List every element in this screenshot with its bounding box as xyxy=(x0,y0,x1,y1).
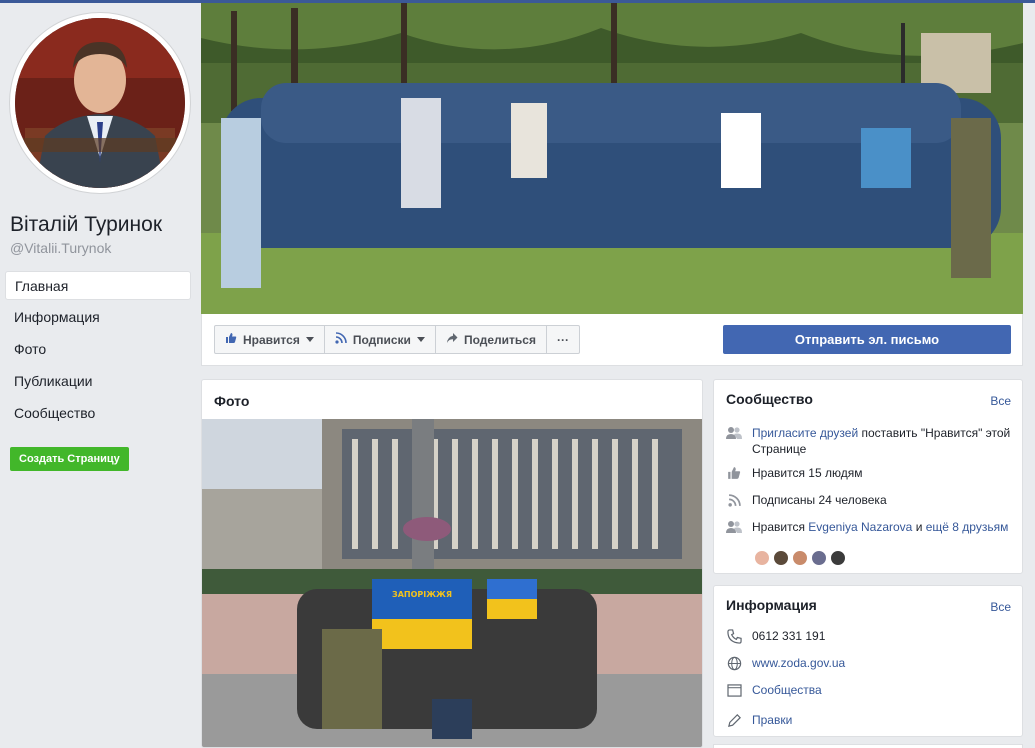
likes-count-text: Нравится 15 людям xyxy=(752,466,863,480)
info-card: Информация Все 0612 331 191 www.zoda.gov… xyxy=(713,585,1023,737)
website-link[interactable]: www.zoda.gov.ua xyxy=(752,655,845,671)
nav-item-photos[interactable]: Фото xyxy=(5,335,191,364)
friends-like-row: Нравится Evgeniya Nazarova и ещё 8 друзь… xyxy=(726,519,1012,535)
page-action-bar: Нравится Подписки Поделиться ··· Отправи… xyxy=(201,314,1023,366)
left-column: Віталій Туринок @Vitalii.Turynok Главная… xyxy=(0,3,200,748)
friend-avatars xyxy=(754,550,846,566)
website-row: www.zoda.gov.ua xyxy=(726,655,1012,671)
share-label: Поделиться xyxy=(463,332,536,347)
send-email-button[interactable]: Отправить эл. письмо xyxy=(723,325,1011,354)
pencil-icon xyxy=(726,712,742,728)
share-button[interactable]: Поделиться xyxy=(436,326,547,353)
follow-button[interactable]: Подписки xyxy=(325,326,436,353)
invite-friends-link[interactable]: Пригласите друзей xyxy=(752,426,858,440)
page-handle[interactable]: @Vitalii.Turynok xyxy=(10,240,111,256)
phone-number[interactable]: 0612 331 191 xyxy=(752,628,825,644)
action-button-group: Нравится Подписки Поделиться ··· xyxy=(214,325,580,354)
edits-row: Правки xyxy=(726,712,1012,728)
page-name[interactable]: Віталій Туринок xyxy=(10,213,162,237)
people-icon xyxy=(726,519,742,535)
like-label: Нравится xyxy=(243,332,300,347)
nav-item-home[interactable]: Главная xyxy=(5,271,191,300)
more-friends-link[interactable]: ещё 8 друзьям xyxy=(926,520,1009,534)
friend-avatar[interactable] xyxy=(754,550,770,566)
nav-item-community[interactable]: Сообщество xyxy=(5,399,191,428)
chevron-down-icon xyxy=(416,337,425,342)
edits-link[interactable]: Правки xyxy=(752,712,792,728)
friend-avatar[interactable] xyxy=(773,550,789,566)
category-link[interactable]: Сообщества xyxy=(752,682,822,698)
friends-and-text: и xyxy=(912,520,926,534)
community-title[interactable]: Сообщество xyxy=(726,391,813,407)
flag-text: ЗАПОРІЖЖЯ xyxy=(392,590,452,599)
info-see-all-link[interactable]: Все xyxy=(990,600,1011,614)
avatar xyxy=(15,18,185,188)
community-card: Сообщество Все Пригласите друзей постави… xyxy=(713,379,1023,574)
info-title[interactable]: Информация xyxy=(726,597,817,613)
friends-like-prefix: Нравится xyxy=(752,520,809,534)
friend-avatar[interactable] xyxy=(811,550,827,566)
thumbs-up-icon xyxy=(225,332,237,347)
photos-title[interactable]: Фото xyxy=(214,393,249,409)
friend-avatar[interactable] xyxy=(792,550,808,566)
friend-avatar[interactable] xyxy=(830,550,846,566)
nav-item-info[interactable]: Информация xyxy=(5,303,191,332)
page-nav: Главная Информация Фото Публикации Сообщ… xyxy=(5,271,191,431)
follow-label: Подписки xyxy=(352,332,411,347)
phone-row: 0612 331 191 xyxy=(726,628,1012,644)
chevron-down-icon xyxy=(305,337,314,342)
globe-icon xyxy=(726,655,742,671)
followers-count-text: Подписаны 24 человека xyxy=(752,493,887,507)
profile-picture[interactable] xyxy=(10,13,190,193)
cover-photo[interactable] xyxy=(201,3,1023,314)
followers-row: Подписаны 24 человека xyxy=(726,492,1012,508)
create-page-button[interactable]: Создать Страницу xyxy=(10,447,129,471)
people-icon xyxy=(726,425,742,441)
likes-row: Нравится 15 людям xyxy=(726,465,1012,481)
featured-photo[interactable]: ЗАПОРІЖЖЯ xyxy=(202,419,702,747)
share-arrow-icon xyxy=(446,332,458,347)
community-see-all-link[interactable]: Все xyxy=(990,394,1011,408)
thumbs-up-icon xyxy=(726,465,742,481)
next-card-edge xyxy=(713,744,1023,748)
nav-item-posts[interactable]: Публикации xyxy=(5,367,191,396)
rss-icon xyxy=(726,492,742,508)
more-icon: ··· xyxy=(556,332,569,347)
tag-icon xyxy=(726,682,742,698)
rss-icon xyxy=(335,332,347,347)
phone-icon xyxy=(726,628,742,644)
invite-friends-row: Пригласите друзей поставить "Нравится" э… xyxy=(726,425,1012,457)
category-row: Сообщества xyxy=(726,682,1012,698)
more-options-button[interactable]: ··· xyxy=(547,326,579,353)
friend-name-link[interactable]: Evgeniya Nazarova xyxy=(808,520,912,534)
photos-card: Фото ЗАПОРІЖЖЯ xyxy=(201,379,703,748)
like-button[interactable]: Нравится xyxy=(215,326,325,353)
